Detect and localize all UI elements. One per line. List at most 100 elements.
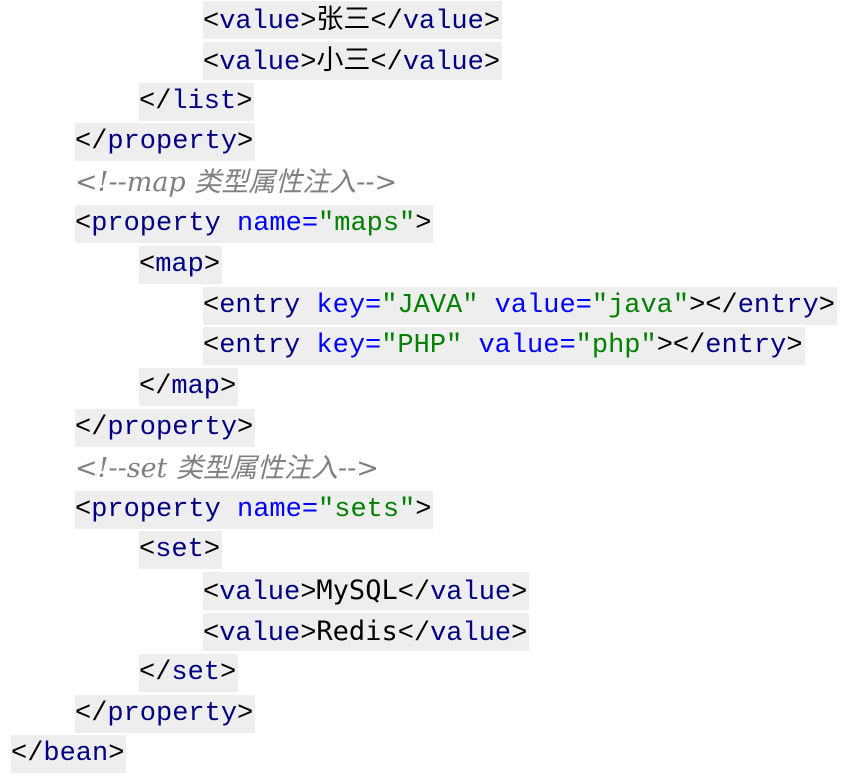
line-highlight: <map> [139, 245, 223, 284]
tag-name: value [430, 578, 512, 609]
tag-bracket: < [203, 290, 220, 321]
tag-bracket: > [818, 290, 835, 321]
tag-bracket: > [237, 413, 254, 443]
tag-bracket: > [236, 86, 253, 117]
line-highlight: <!--set 类型属性注入--> [75, 450, 381, 488]
text-content: 张三 [316, 4, 371, 35]
code-comment-line: <!--map 类型属性注入--> [75, 163, 399, 204]
tag-name: entry [737, 290, 819, 321]
attribute-name: key= [316, 331, 382, 362]
tag-bracket: < [139, 535, 156, 566]
code-line: </property> [75, 122, 256, 163]
tag-name: property [91, 209, 221, 239]
attribute-value: "php" [575, 331, 657, 362]
tag-bracket: > [203, 249, 221, 280]
line-highlight: <entry key="JAVA" value="java"></entry> [203, 286, 837, 325]
tag-name: set [171, 657, 221, 688]
tag-bracket: > [415, 494, 432, 525]
code-line: <property name="maps"> [75, 204, 434, 245]
tag-bracket: </ [370, 7, 403, 37]
tag-name: value [219, 578, 301, 609]
line-highlight: </set> [139, 653, 239, 692]
attribute-value: "maps" [318, 209, 416, 239]
tag-bracket: > [300, 578, 317, 609]
tag-bracket: > [237, 127, 254, 158]
tag-bracket: > [108, 739, 125, 770]
line-highlight: <value>张三</value> [203, 1, 503, 39]
code-line: </set> [139, 653, 239, 694]
line-highlight: </bean> [11, 735, 127, 774]
tag-bracket: </ [139, 657, 172, 688]
attribute-value: "java" [591, 290, 690, 321]
code-line: <entry key="JAVA" value="java"></entry> [203, 286, 837, 327]
tag-bracket: </ [139, 372, 172, 403]
attribute-value: "sets" [318, 494, 416, 525]
tag-name: set [155, 535, 204, 566]
xml-code-block: <value>张三</value> <value>小三</value> </list… [0, 0, 854, 776]
code-line: </map> [139, 367, 239, 408]
tag-bracket: </ [11, 739, 44, 770]
code-line: </property> [75, 694, 256, 735]
tag-bracket: < [75, 209, 92, 239]
attribute-name: value= [478, 331, 576, 362]
tag-name: property [107, 413, 238, 443]
code-line: <value>张三</value> [203, 0, 503, 41]
tag-bracket: > [511, 578, 528, 609]
line-highlight: <!--map 类型属性注入--> [75, 164, 399, 202]
tag-bracket: </ [397, 578, 431, 609]
tag-bracket: > [483, 47, 501, 78]
tag-bracket: > [415, 209, 432, 239]
tag-bracket: > [220, 657, 237, 688]
code-line: <entry key="PHP" value="php"></entry> [203, 326, 805, 367]
tag-name: property [91, 494, 221, 525]
tag-bracket [478, 291, 494, 321]
tag-bracket: > [300, 7, 317, 37]
tag-bracket: ></ [689, 290, 738, 321]
code-line: <map> [139, 245, 223, 286]
tag-name: value [402, 47, 484, 78]
code-line: </list> [139, 82, 255, 123]
tag-bracket: < [75, 494, 92, 525]
tag-bracket [221, 495, 237, 525]
tag-name: entry [705, 331, 787, 362]
tag-bracket [300, 291, 316, 321]
code-line: <value>Redis</value> [203, 612, 530, 653]
tag-bracket: </ [397, 619, 431, 649]
text-content: 小三 [316, 44, 371, 76]
attribute-name: value= [494, 290, 592, 321]
tag-bracket: </ [75, 127, 108, 158]
tag-name: entry [219, 290, 301, 321]
tag-name: list [171, 86, 237, 117]
code-line: <value>小三</value> [203, 41, 503, 82]
xml-comment: <!--map 类型属性注入--> [75, 167, 398, 199]
code-line: <value>MySQL</value> [203, 571, 530, 612]
tag-bracket [221, 209, 237, 239]
tag-bracket: < [203, 47, 220, 78]
tag-name: value [430, 619, 512, 649]
line-highlight: <property name="sets"> [75, 490, 434, 529]
tag-bracket: > [300, 47, 317, 78]
code-line: </property> [75, 408, 256, 449]
line-highlight: <value>Redis</value> [203, 613, 530, 651]
tag-bracket: > [203, 535, 221, 566]
line-highlight: <entry key="PHP" value="php"></entry> [203, 327, 805, 366]
tag-bracket: </ [75, 413, 108, 443]
tag-bracket: > [220, 372, 237, 403]
code-line: </bean> [11, 734, 127, 775]
tag-bracket [300, 331, 316, 361]
line-highlight: <set> [139, 531, 223, 570]
tag-name: entry [219, 331, 301, 362]
tag-bracket: > [483, 7, 501, 37]
tag-bracket: < [203, 331, 220, 362]
tag-bracket: < [203, 578, 220, 609]
line-highlight: <property name="maps"> [75, 205, 434, 243]
attribute-name: name= [237, 209, 319, 239]
code-line: <set> [139, 530, 223, 571]
tag-name: value [219, 47, 301, 78]
tag-bracket: </ [370, 47, 403, 78]
tag-bracket: > [300, 619, 317, 649]
text-content: MySQL [316, 575, 398, 607]
xml-comment: <!--set 类型属性注入--> [75, 452, 379, 484]
tag-name: map [155, 249, 204, 280]
tag-name: value [402, 7, 484, 37]
